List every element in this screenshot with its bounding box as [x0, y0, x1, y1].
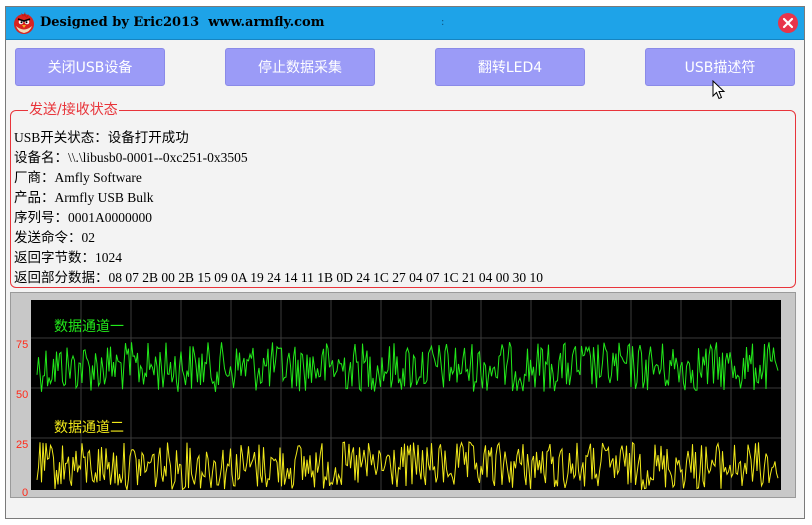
vendor: 厂商：Amfly Software — [14, 170, 142, 185]
y-tick-50: 50 — [16, 389, 29, 401]
toggle-led4-button[interactable]: 翻转LED4 — [435, 48, 585, 86]
product: 产品：Armfly USB Bulk — [14, 190, 154, 205]
channel-1-label: 数据通道一 — [54, 319, 124, 335]
angry-bird-icon — [14, 12, 34, 34]
channel-2-label: 数据通道二 — [54, 420, 124, 436]
channel-1-waveform — [36, 342, 779, 393]
waveform-canvas — [31, 300, 781, 491]
window-title: Designed by Eric2013 www.armfly.com — [40, 15, 325, 30]
stop-capture-button[interactable]: 停止数据采集 — [225, 48, 375, 86]
y-tick-75: 75 — [16, 339, 29, 351]
send-command: 发送命令：02 — [14, 230, 95, 245]
title-bar[interactable]: Designed by Eric2013 www.armfly.com : — [6, 7, 804, 40]
title-marker: : — [441, 17, 445, 28]
close-icon — [782, 17, 794, 29]
mouse-cursor-icon — [712, 80, 726, 100]
y-tick-0: 0 — [22, 487, 29, 499]
returned-data: 返回部分数据：08 07 2B 00 2B 15 09 0A 19 24 14 … — [14, 270, 544, 285]
status-group-title: 发送/接收状态 — [28, 102, 119, 118]
y-tick-25: 25 — [16, 439, 29, 451]
close-usb-button[interactable]: 关闭USB设备 — [15, 48, 165, 86]
device-name: 设备名：\\.\libusb0-0001--0xc251-0x3505 — [14, 150, 248, 165]
serial-number: 序列号：0001A0000000 — [14, 210, 152, 225]
channel-2-waveform — [36, 441, 779, 491]
oscilloscope-display — [31, 300, 781, 491]
bytes-returned: 返回字节数：1024 — [14, 250, 122, 265]
usb-switch-status: USB开关状态：设备打开成功 — [14, 130, 189, 145]
close-button[interactable] — [778, 13, 798, 33]
